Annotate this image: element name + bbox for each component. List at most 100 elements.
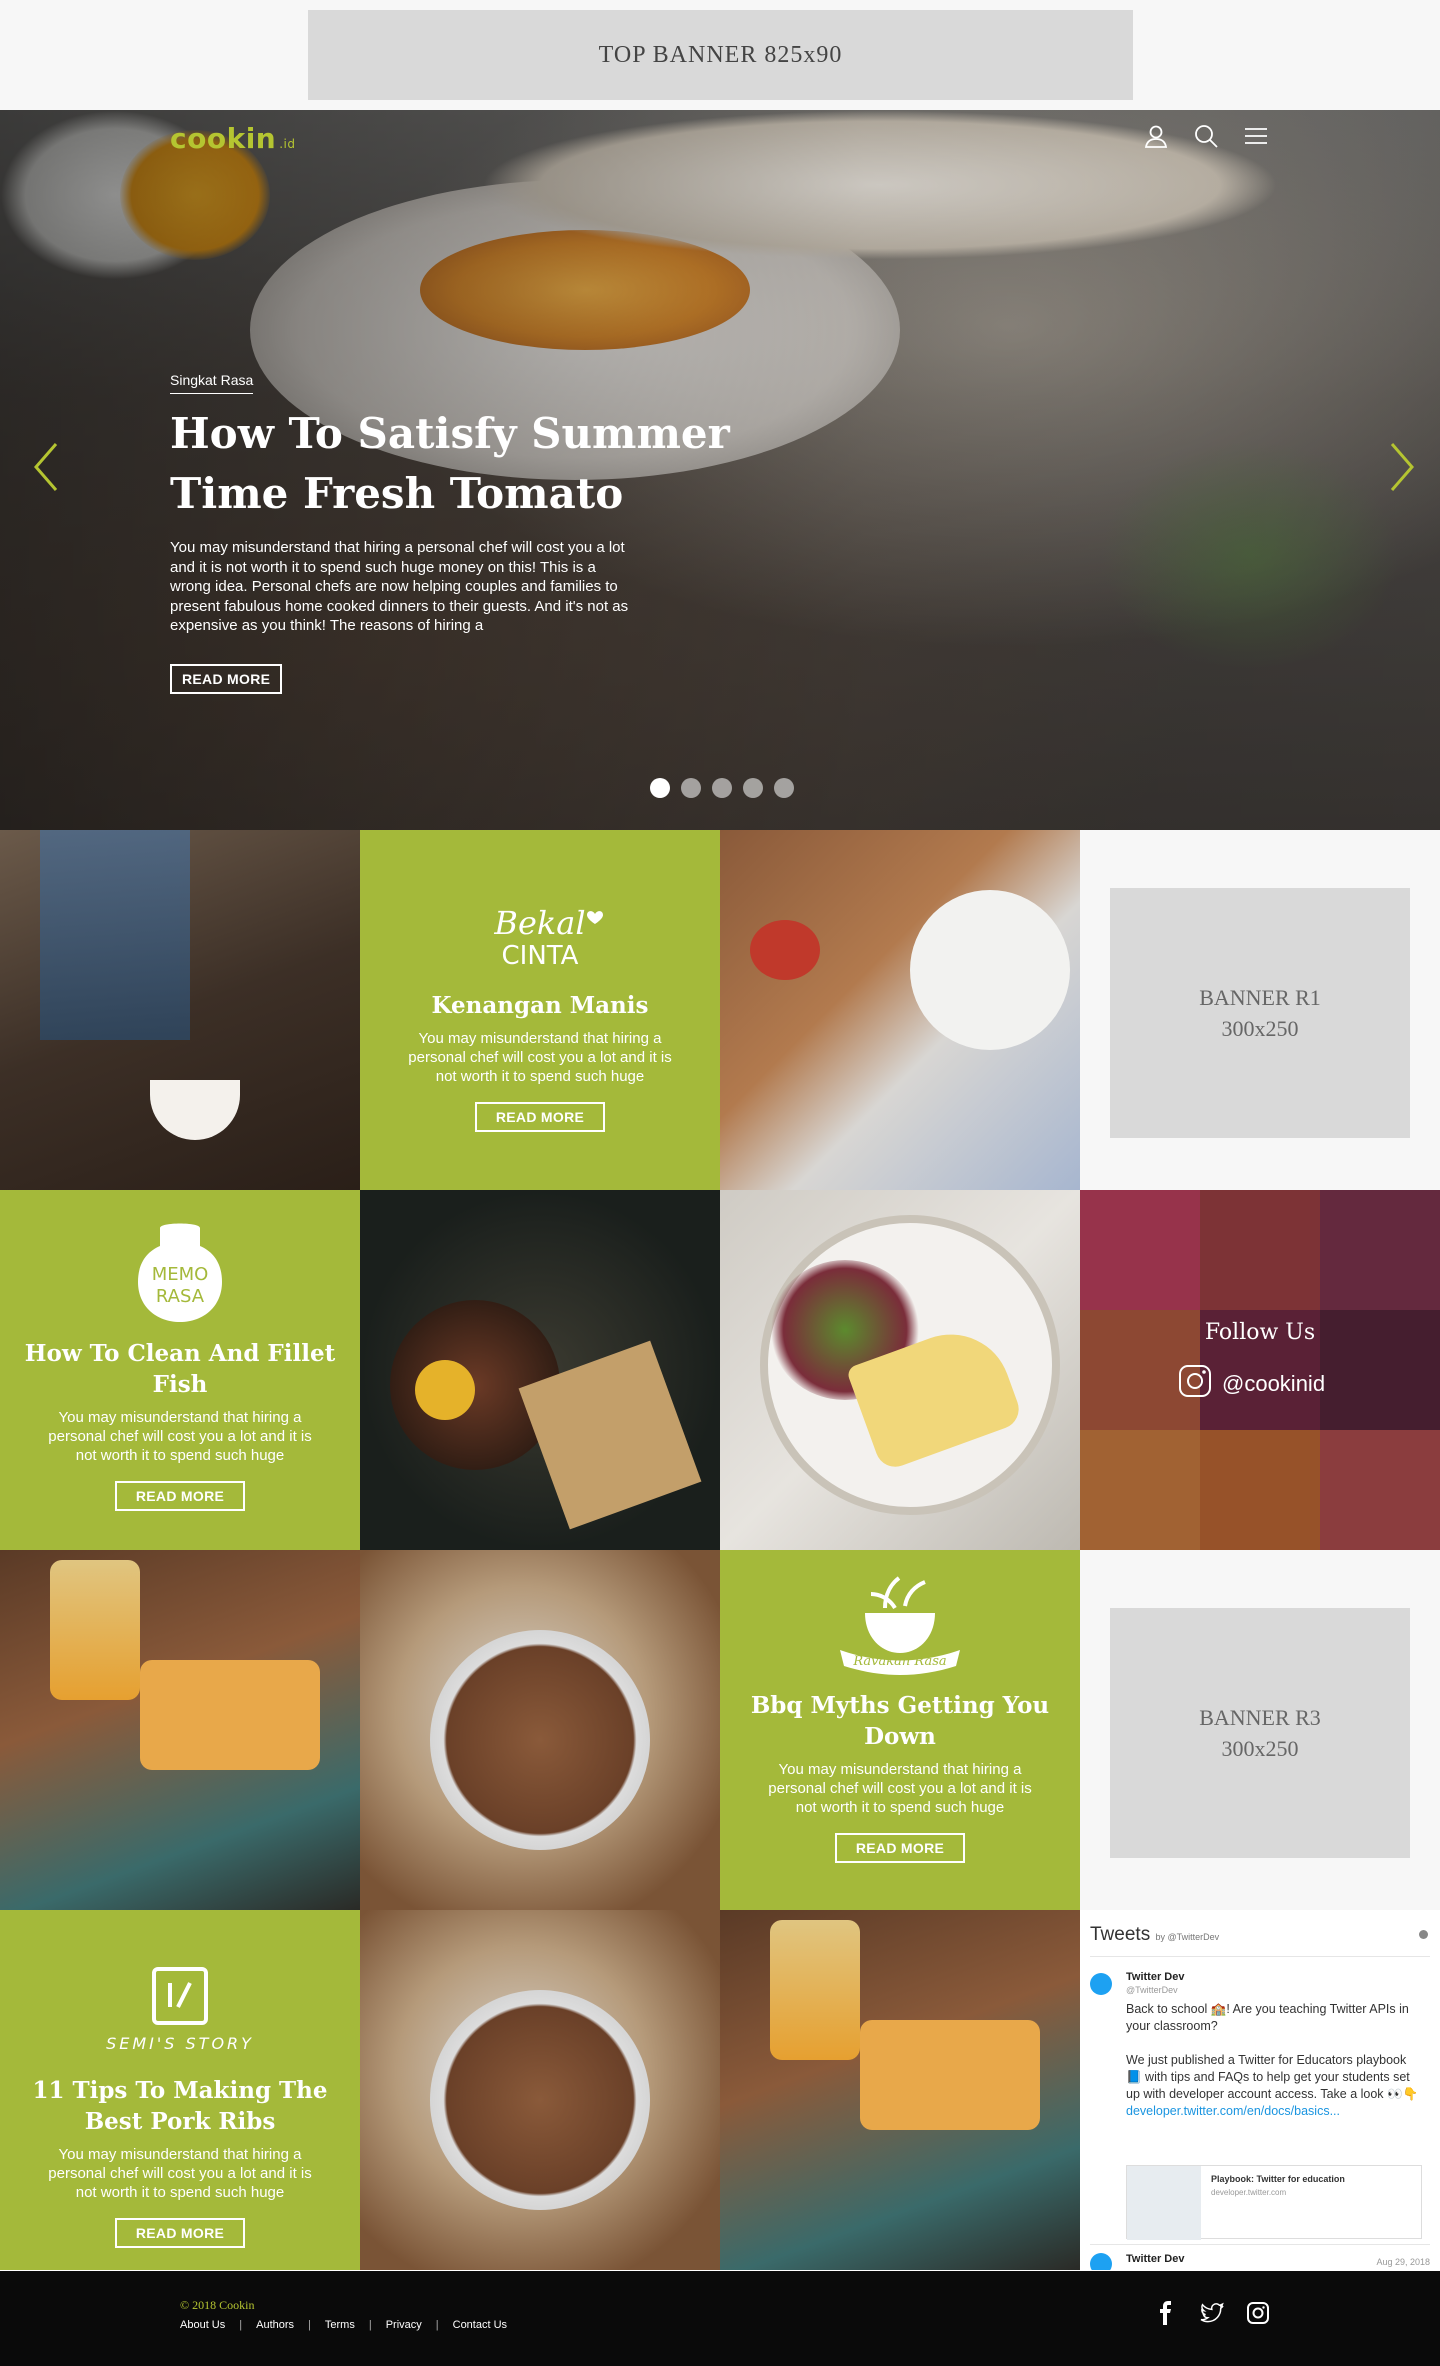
site-footer: © 2018 Cookin About Us | Authors | Terms | … <box>0 2271 1440 2366</box>
read-more-button[interactable]: READ MORE <box>474 1102 606 1132</box>
separator: | <box>239 2319 243 2331</box>
logo-suffix: .id <box>279 137 296 151</box>
separator: | <box>435 2319 439 2331</box>
hero-description: You may misunderstand that hiring a pers… <box>170 539 629 634</box>
info-icon[interactable] <box>1419 1930 1428 1939</box>
banner-r3-size: 300x250 <box>1221 1736 1299 1761</box>
tweet-item[interactable]: Twitter Dev @TwitterDev Back to school 🏫… <box>1090 1956 1430 2267</box>
slider-dot[interactable] <box>650 778 670 798</box>
hero-read-more-button[interactable]: READ MORE <box>170 663 283 694</box>
banner-r3-ad[interactable]: BANNER R3 300x250 <box>1110 1608 1410 1858</box>
banner-r1-ad[interactable]: BANNER R1 300x250 <box>1110 888 1410 1138</box>
instagram-handle: @cookinid <box>1222 1371 1326 1396</box>
tweet-author-handle[interactable]: @TwitterDev <box>1126 1985 1178 1995</box>
memo-rasa-badge: MEMO RASA <box>120 1218 240 1328</box>
next-slide-arrow-icon[interactable] <box>1386 440 1418 494</box>
footer-links: About Us | Authors | Terms | Privacy | Conta… <box>180 2319 507 2331</box>
photo-fruit-bowl[interactable] <box>360 1190 720 1550</box>
tweet-text: Back to school 🏫! Are you teaching Twitt… <box>1126 2002 1409 2033</box>
separator: | <box>308 2319 311 2331</box>
instagram-icon <box>1178 1364 1212 1404</box>
photo-cereal-bowl[interactable] <box>360 1910 720 2270</box>
facebook-icon[interactable] <box>1154 2301 1178 2325</box>
tweets-title: Tweets <box>1090 1924 1151 1945</box>
toast-image <box>140 1660 320 1770</box>
user-icon[interactable] <box>1142 122 1170 150</box>
photo-cereal-bowl[interactable] <box>360 1550 720 1910</box>
photo-quiche[interactable] <box>720 1190 1080 1550</box>
svg-text:RASA: RASA <box>156 1286 205 1307</box>
menu-icon[interactable] <box>1242 122 1270 150</box>
svg-text:SEMI'S STORY: SEMI'S STORY <box>106 2034 254 2053</box>
card-title[interactable]: Bbq Myths Getting You Down <box>720 1690 1080 1752</box>
banner-r1-area: BANNER R1 300x250 <box>1080 830 1440 1190</box>
avatar[interactable] <box>1090 2253 1112 2270</box>
tweets-by[interactable]: by @TwitterDev <box>1155 1932 1219 1942</box>
jam-jar-image <box>50 1560 140 1700</box>
footer-link-privacy[interactable]: Privacy <box>386 2319 422 2331</box>
tweet-link-card[interactable]: Playbook: Twitter for education develope… <box>1126 2165 1422 2240</box>
slider-dot[interactable] <box>774 778 794 798</box>
tweet-item[interactable]: Twitter Dev <box>1090 2244 1430 2270</box>
photo-toast-jam[interactable] <box>720 1910 1080 2270</box>
card-url: developer.twitter.com <box>1211 2188 1287 2197</box>
search-icon[interactable] <box>1192 122 1220 150</box>
instagram-icon[interactable] <box>1246 2301 1270 2325</box>
twitter-icon[interactable] <box>1200 2301 1224 2325</box>
card-excerpt: You may misunderstand that hiring a pers… <box>408 1030 672 1085</box>
svg-text:MEMO: MEMO <box>152 1264 209 1285</box>
card-memo-rasa[interactable]: MEMO RASA How To Clean And Fillet Fish Yo… <box>0 1190 360 1550</box>
banner-r1-label: BANNER R1 <box>1199 985 1321 1010</box>
hero-slider: cookin .id Singkat Rasa How To Satisfy Su… <box>0 110 1440 830</box>
prev-slide-arrow-icon[interactable] <box>30 440 62 494</box>
photo-coffee-pour[interactable] <box>0 830 360 1190</box>
slider-dot[interactable] <box>712 778 732 798</box>
hero-title[interactable]: How To Satisfy Summer Time Fresh Tomato <box>170 404 730 524</box>
instagram-handle-link[interactable]: @cookinid <box>1178 1364 1325 1404</box>
card-bekal-cinta[interactable]: Bekal CINTA Kenangan Manis You may misund… <box>360 830 720 1190</box>
photo-toast-jam[interactable] <box>0 1550 360 1910</box>
jam-jar-image <box>770 1920 860 2060</box>
card-semis-story[interactable]: SEMI'S STORY 11 Tips To Making The Best … <box>0 1910 360 2270</box>
footer-link-authors[interactable]: Authors <box>256 2319 294 2331</box>
photo-bagels[interactable] <box>720 830 1080 1190</box>
footer-link-contact[interactable]: Contact Us <box>453 2319 507 2331</box>
footer-link-terms[interactable]: Terms <box>325 2319 355 2331</box>
separator: | <box>368 2319 372 2331</box>
slider-dot[interactable] <box>681 778 701 798</box>
ravakan-rasa-badge: Ravakan Rasa <box>825 1568 975 1678</box>
card-title[interactable]: How To Clean And Fillet Fish <box>0 1338 360 1400</box>
tweet-author-name[interactable]: Twitter Dev <box>1126 2253 1184 2265</box>
document-icon <box>1127 2166 1201 2240</box>
copyright: © 2018 Cookin <box>180 2298 255 2312</box>
hero-category[interactable]: Singkat Rasa <box>170 372 254 394</box>
read-more-button[interactable]: READ MORE <box>114 1481 246 1511</box>
hero-content: Singkat Rasa How To Satisfy Summer Time … <box>170 372 730 694</box>
card-ravakan-rasa[interactable]: Ravakan Rasa Bbq Myths Getting You Down … <box>720 1550 1080 1910</box>
svg-text:Ravakan Rasa: Ravakan Rasa <box>852 1654 946 1669</box>
twitter-timeline: Tweets by @TwitterDev Twitter Dev @Twitt… <box>1080 1910 1440 2270</box>
card-excerpt: You may misunderstand that hiring a pers… <box>768 1761 1032 1816</box>
read-more-button[interactable]: READ MORE <box>834 1833 966 1863</box>
banner-r3-label: BANNER R3 <box>1199 1705 1321 1730</box>
avatar[interactable] <box>1090 1973 1112 1995</box>
tweet-author-name[interactable]: Twitter Dev <box>1126 1971 1184 1983</box>
footer-link-about[interactable]: About Us <box>180 2319 225 2331</box>
tweet-link[interactable]: developer.twitter.com/en/docs/basics... <box>1126 2103 1422 2120</box>
site-logo[interactable]: cookin .id <box>170 122 296 155</box>
toast-image <box>860 2020 1040 2130</box>
slider-dot[interactable] <box>743 778 763 798</box>
pepper-image <box>750 920 820 980</box>
bowl-image <box>430 1990 650 2210</box>
top-banner-ad[interactable]: TOP BANNER 825x90 <box>308 10 1133 100</box>
social-links <box>1154 2301 1270 2325</box>
banner-r1-size: 300x250 <box>1221 1016 1299 1041</box>
slider-dots <box>650 778 794 798</box>
bowl-image <box>430 1630 650 1850</box>
card-title[interactable]: Kenangan Manis <box>360 990 720 1021</box>
apron-image <box>40 830 190 1040</box>
card-title[interactable]: 11 Tips To Making The Best Pork Ribs <box>0 2075 360 2137</box>
tweets-header: Tweets by @TwitterDev <box>1090 1924 1219 1946</box>
lemon-image <box>415 1360 475 1420</box>
read-more-button[interactable]: READ MORE <box>114 2218 246 2248</box>
